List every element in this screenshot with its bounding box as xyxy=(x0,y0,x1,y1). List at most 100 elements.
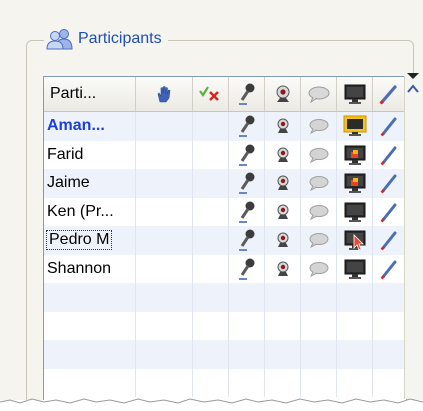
screen-share-icon[interactable] xyxy=(343,258,367,280)
participant-name-cell[interactable]: Ken (Pr... xyxy=(44,197,136,226)
empty-row xyxy=(44,283,406,312)
webcam-icon[interactable] xyxy=(274,260,292,278)
microphone-cell[interactable] xyxy=(229,169,265,198)
chat-icon[interactable] xyxy=(308,261,330,277)
webcam-icon[interactable] xyxy=(274,231,292,249)
microphone-icon[interactable] xyxy=(236,114,258,138)
annotate-cell[interactable] xyxy=(373,197,406,226)
annotate-cell xyxy=(373,311,406,340)
annotate-pen-icon[interactable] xyxy=(379,144,399,166)
raise-hand-cell xyxy=(136,226,193,255)
participant-row[interactable]: Farid xyxy=(44,140,406,169)
chat-icon[interactable] xyxy=(308,147,330,163)
panel-title: Participants xyxy=(44,26,168,52)
screen-share-cell[interactable] xyxy=(337,140,373,169)
chat-cell[interactable] xyxy=(301,140,337,169)
webcam-cell[interactable] xyxy=(265,254,301,283)
annotate-pen-icon[interactable] xyxy=(379,201,399,223)
microphone-icon[interactable] xyxy=(236,143,258,167)
participant-name-cell[interactable]: Farid xyxy=(44,140,136,169)
annotate-cell[interactable] xyxy=(373,254,406,283)
vertical-scrollbar[interactable] xyxy=(404,73,421,399)
chat-cell[interactable] xyxy=(301,254,337,283)
screen-share-icon[interactable] xyxy=(343,172,367,194)
webcam-cell[interactable] xyxy=(265,112,301,141)
microphone-cell[interactable] xyxy=(229,254,265,283)
microphone-icon[interactable] xyxy=(236,257,258,281)
participant-name-cell[interactable]: Aman... xyxy=(44,112,136,141)
participant-name-cell xyxy=(44,340,136,369)
screen-share-icon[interactable] xyxy=(343,115,367,137)
raise-hand-cell xyxy=(136,112,193,141)
column-menu-arrow-icon[interactable] xyxy=(406,72,420,80)
microphone-icon[interactable] xyxy=(236,228,258,252)
annotate-cell[interactable] xyxy=(373,140,406,169)
webcam-icon[interactable] xyxy=(274,117,292,135)
microphone-icon[interactable] xyxy=(236,200,258,224)
screen-share-cell[interactable] xyxy=(337,112,373,141)
column-header-microphone[interactable] xyxy=(229,77,265,111)
chat-icon[interactable] xyxy=(308,204,330,220)
scroll-up-icon[interactable] xyxy=(407,84,419,94)
chat-cell xyxy=(301,283,337,312)
webcam-icon[interactable] xyxy=(274,203,292,221)
participant-rows: Aman... Farid Jaime Ken (Pr... Pedro M Shanno… xyxy=(44,112,406,397)
microphone-icon[interactable] xyxy=(236,171,258,195)
column-header-chat[interactable] xyxy=(301,77,337,111)
participant-row[interactable]: Aman... xyxy=(44,112,406,141)
chat-cell[interactable] xyxy=(301,169,337,198)
screen-share-cell[interactable] xyxy=(337,254,373,283)
chat-icon[interactable] xyxy=(308,118,330,135)
chat-icon[interactable] xyxy=(308,175,330,192)
screen-share-cell[interactable] xyxy=(337,169,373,198)
participant-name-cell[interactable]: Shannon xyxy=(44,254,136,283)
webcam-cell xyxy=(265,368,301,397)
webcam-cell[interactable] xyxy=(265,140,301,169)
chat-cell[interactable] xyxy=(301,197,337,226)
screen-share-cell[interactable] xyxy=(337,226,373,255)
annotate-pen-icon[interactable] xyxy=(379,115,399,137)
empty-row xyxy=(44,311,406,340)
chat-cell[interactable] xyxy=(301,112,337,141)
webcam-cell xyxy=(265,340,301,369)
webcam-cell[interactable] xyxy=(265,197,301,226)
microphone-cell[interactable] xyxy=(229,140,265,169)
annotate-pen-icon[interactable] xyxy=(379,229,399,251)
column-header-raise-hand[interactable] xyxy=(136,77,193,111)
empty-row xyxy=(44,340,406,369)
screen-share-cell[interactable] xyxy=(337,197,373,226)
participants-table[interactable]: Parti... Aman... Farid Jaime Ken (Pr... … xyxy=(43,76,407,401)
column-header-screen-share[interactable] xyxy=(337,77,373,111)
raise-hand-cell xyxy=(136,311,193,340)
participant-name-cell[interactable]: Jaime xyxy=(44,169,136,198)
screen-share-icon[interactable] xyxy=(343,144,367,166)
participant-row[interactable]: Ken (Pr... xyxy=(44,197,406,226)
approve-cell xyxy=(193,140,229,169)
webcam-icon[interactable] xyxy=(274,174,292,192)
column-header-approve[interactable] xyxy=(193,77,229,111)
microphone-cell[interactable] xyxy=(229,112,265,141)
annotate-cell[interactable] xyxy=(373,112,406,141)
participant-row[interactable]: Shannon xyxy=(44,254,406,283)
microphone-cell[interactable] xyxy=(229,226,265,255)
chat-icon[interactable] xyxy=(308,232,330,249)
column-header-webcam[interactable] xyxy=(265,77,301,111)
annotate-pen-icon[interactable] xyxy=(379,172,399,194)
annotate-cell[interactable] xyxy=(373,169,406,198)
microphone-cell[interactable] xyxy=(229,197,265,226)
column-header-participant[interactable]: Parti... xyxy=(44,77,136,111)
webcam-cell[interactable] xyxy=(265,169,301,198)
chat-cell xyxy=(301,368,337,397)
column-header-annotate[interactable] xyxy=(373,77,406,111)
annotate-cell[interactable] xyxy=(373,226,406,255)
webcam-icon[interactable] xyxy=(274,146,292,164)
approve-cell xyxy=(193,368,229,397)
screen-share-icon[interactable] xyxy=(343,229,367,251)
participant-row[interactable]: Pedro M xyxy=(44,226,406,255)
annotate-pen-icon[interactable] xyxy=(379,258,399,280)
participant-row[interactable]: Jaime xyxy=(44,169,406,198)
chat-cell[interactable] xyxy=(301,226,337,255)
participant-name-cell[interactable]: Pedro M xyxy=(44,226,136,255)
webcam-cell[interactable] xyxy=(265,226,301,255)
screen-share-icon[interactable] xyxy=(343,201,367,223)
